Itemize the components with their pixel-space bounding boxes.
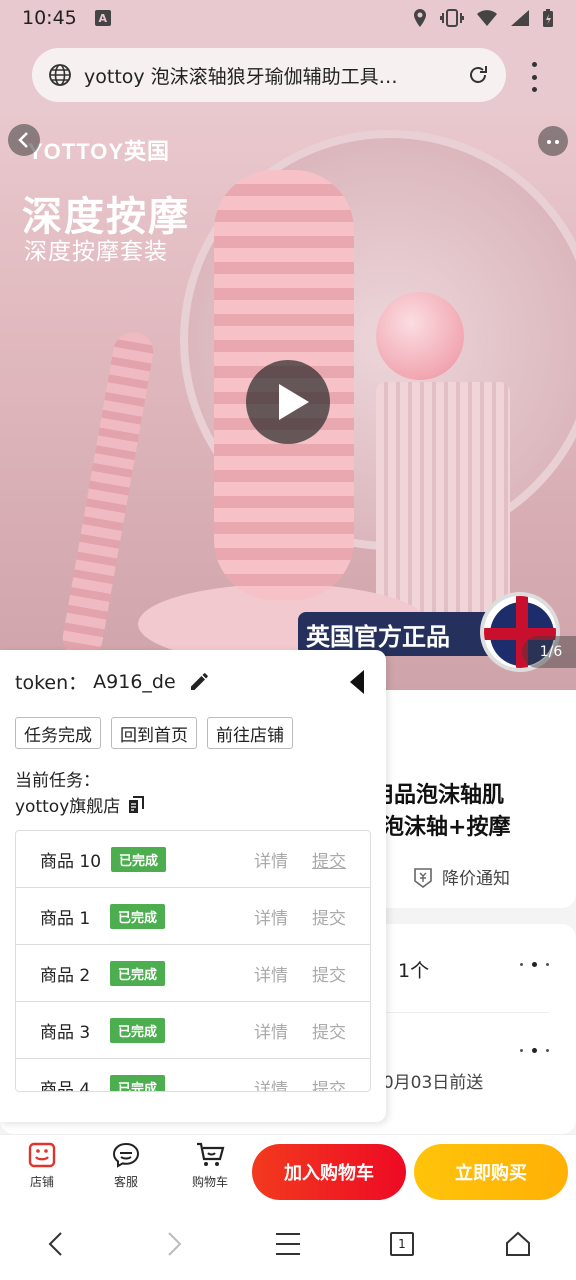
cart-icon	[197, 1142, 225, 1166]
image-counter: 1/6	[522, 636, 576, 668]
buy-now-button[interactable]: 立即购买	[414, 1144, 568, 1200]
task-status-badge: 已完成	[110, 960, 166, 986]
shop-label: 店铺	[29, 1175, 54, 1189]
task-name: 商品 2	[40, 965, 91, 986]
battery-icon	[543, 9, 553, 27]
cart-label: 购物车	[191, 1175, 228, 1189]
task-status-badge: 已完成	[110, 1074, 166, 1091]
chevron-left-icon	[18, 132, 28, 148]
notification-icon: A	[94, 10, 111, 26]
shop-button[interactable]: 店铺	[12, 1141, 72, 1190]
token-row: token： A916_de	[15, 668, 210, 695]
task-submit-link[interactable]: 提交	[312, 904, 346, 929]
go-to-store-button[interactable]: 前往店铺	[207, 717, 293, 749]
service-label: 客服	[113, 1175, 138, 1189]
product-title-line1: 用品泡沫轴肌	[372, 783, 505, 808]
cart-button[interactable]: 购物车	[180, 1141, 240, 1190]
quantity-value[interactable]: 1个	[398, 956, 429, 983]
task-submit-link[interactable]: 提交	[312, 847, 346, 872]
product-title-line2: (泡沫轴+按摩	[372, 815, 511, 840]
tabs-button[interactable]: 1	[390, 1232, 414, 1256]
task-status-badge: 已完成	[110, 903, 166, 929]
collapse-panel-icon[interactable]	[348, 668, 366, 696]
task-row: 商品 3 已完成 详情 提交	[16, 1002, 370, 1059]
task-submit-link[interactable]: 提交	[312, 1075, 346, 1092]
location-icon	[414, 9, 426, 27]
price-alert-icon	[414, 867, 432, 888]
task-name: 商品 1	[40, 908, 91, 929]
options-more-icon[interactable]	[520, 962, 550, 968]
signal-icon	[511, 10, 529, 26]
hero-pedestal	[376, 382, 510, 622]
task-list: 商品 10 已完成 详情 提交 商品 1 已完成 详情 提交 商品 2 已完成 …	[15, 830, 371, 1092]
product-image-carousel[interactable]: YOTTOY英国 深度按摩 深度按摩套装 英国官方正品 1/6	[0, 114, 576, 690]
reload-icon[interactable]	[466, 63, 490, 87]
back-home-button[interactable]: 回到首页	[111, 717, 197, 749]
task-name: 商品 10	[40, 851, 102, 872]
forward-icon[interactable]	[162, 1230, 186, 1258]
shop-icon	[28, 1142, 56, 1168]
task-status-badge: 已完成	[111, 846, 167, 872]
hero-massage-stick	[59, 329, 157, 661]
shipping-more-icon[interactable]	[520, 1048, 550, 1054]
brand-logo: YOTTOY英国	[28, 139, 171, 164]
token-label: token：	[15, 672, 88, 694]
status-bar: 10:45 A	[0, 0, 576, 36]
product-title: 用品泡沫轴肌 (泡沫轴+按摩	[372, 780, 511, 844]
token-value: A916_de	[93, 670, 176, 693]
back-button[interactable]	[8, 124, 40, 156]
task-detail-link[interactable]: 详情	[254, 1075, 288, 1092]
shipping-estimate: 10月03日前送	[372, 1073, 484, 1093]
hero-subline: 深度按摩套装	[24, 239, 168, 265]
back-icon[interactable]	[44, 1230, 68, 1258]
hero-massage-ball	[376, 292, 464, 380]
play-video-button[interactable]	[246, 360, 330, 444]
task-row: 商品 2 已完成 详情 提交	[16, 945, 370, 1002]
price-alert-label: 降价通知	[442, 869, 510, 889]
task-row: 商品 4 已完成 详情 提交	[16, 1059, 370, 1092]
task-detail-link[interactable]: 详情	[254, 904, 288, 929]
address-bar[interactable]: yottoy 泡沫滚轴狼牙瑜伽辅助工具…	[32, 48, 506, 102]
task-panel: token： A916_de 任务完成 回到首页 前往店铺 当前任务： yott…	[0, 650, 386, 1122]
vibrate-icon	[440, 9, 464, 27]
status-time: 10:45	[22, 7, 77, 29]
menu-icon[interactable]	[274, 1230, 302, 1258]
purchase-action-bar: 店铺 客服 购物车 加入购物车 立即购买	[0, 1134, 576, 1208]
customer-service-button[interactable]: 客服	[96, 1141, 156, 1190]
url-title: yottoy 泡沫滚轴狼牙瑜伽辅助工具…	[84, 65, 398, 88]
task-status-badge: 已完成	[110, 1017, 166, 1043]
add-to-cart-button[interactable]: 加入购物车	[252, 1144, 406, 1200]
copy-icon[interactable]	[126, 795, 146, 815]
task-buttons: 任务完成 回到首页 前往店铺	[15, 717, 293, 749]
task-detail-link[interactable]: 详情	[254, 847, 288, 872]
status-icons	[412, 8, 554, 28]
divider	[372, 1012, 550, 1013]
task-row: 商品 1 已完成 详情 提交	[16, 888, 370, 945]
task-submit-link[interactable]: 提交	[312, 961, 346, 986]
task-complete-button[interactable]: 任务完成	[15, 717, 101, 749]
task-row: 商品 10 已完成 详情 提交	[16, 831, 370, 888]
current-store-name: yottoy旗舰店	[15, 797, 121, 817]
current-task-label: 当前任务：	[15, 771, 100, 791]
price-alert-button[interactable]: 降价通知	[412, 864, 510, 889]
home-icon[interactable]	[504, 1230, 532, 1258]
task-detail-link[interactable]: 详情	[254, 1018, 288, 1043]
browser-nav-bar: 1	[0, 1208, 576, 1280]
browser-toolbar: yottoy 泡沫滚轴狼牙瑜伽辅助工具…	[0, 36, 576, 114]
wifi-icon	[477, 10, 497, 26]
chat-icon	[112, 1142, 140, 1168]
browser-menu-button[interactable]	[522, 62, 546, 92]
more-button[interactable]	[538, 126, 568, 156]
edit-icon[interactable]	[188, 671, 210, 693]
task-name: 商品 3	[40, 1022, 91, 1043]
task-submit-link[interactable]: 提交	[312, 1018, 346, 1043]
task-name: 商品 4	[40, 1079, 91, 1092]
globe-icon	[49, 64, 71, 86]
task-detail-link[interactable]: 详情	[254, 961, 288, 986]
current-store-row: yottoy旗舰店	[15, 792, 146, 817]
